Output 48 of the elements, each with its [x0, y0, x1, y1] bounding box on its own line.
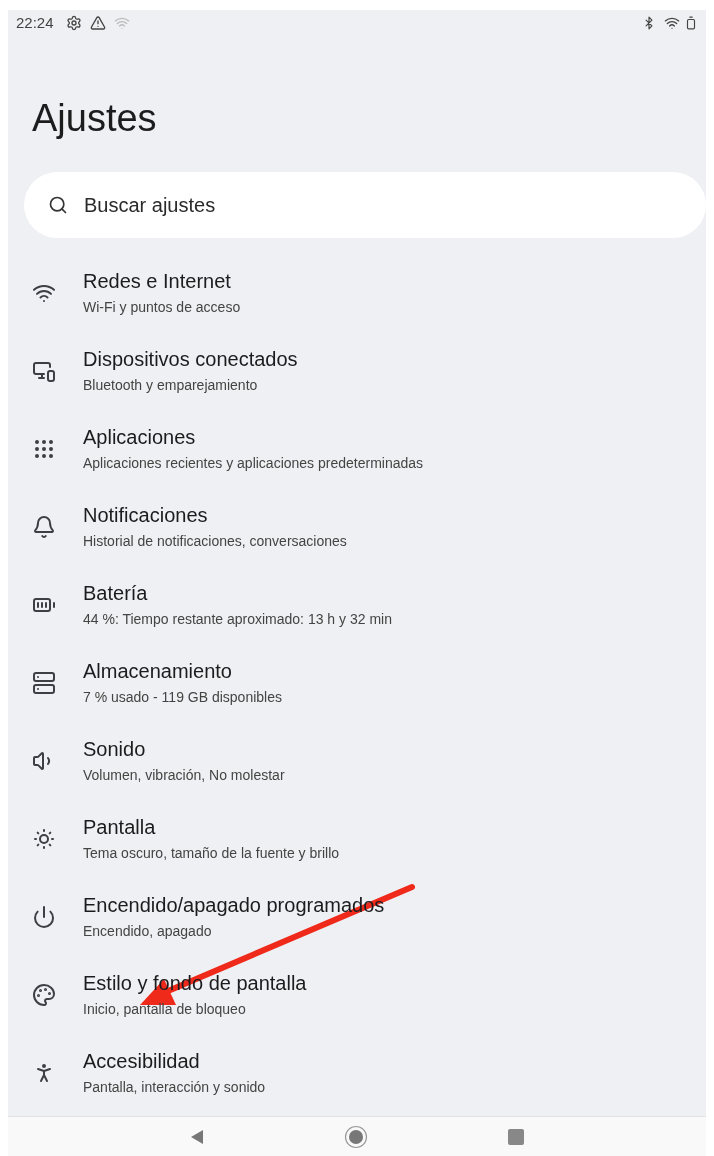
item-title: Sonido [83, 737, 147, 761]
item-subtitle: 44 %: Tiempo restante aproximado: 13 h y 32 min [83, 610, 392, 629]
dots-grid-icon [32, 437, 56, 461]
item-title: Pantalla [83, 815, 157, 839]
item-title: Redes e Internet [83, 269, 232, 293]
power-icon [32, 905, 56, 929]
settings-item[interactable]: Redes e Internet Wi-Fi y puntos de acceso [8, 254, 706, 332]
home-icon[interactable] [344, 1124, 368, 1149]
settings-item[interactable]: Batería 44 %: Tiempo restante aproximado: 13 h y 32 min [8, 566, 706, 644]
settings-item[interactable]: Dispositivos conectados Bluetooth y emparejamiento [8, 332, 706, 410]
devices-icon [32, 359, 56, 383]
item-subtitle: Tema oscuro, tamaño de la fuente y brillo [83, 844, 340, 863]
brightness-icon [32, 827, 56, 851]
search-icon [48, 195, 68, 215]
back-icon[interactable] [190, 1128, 204, 1145]
settings-item[interactable]: Accesibilidad Pantalla, interacción y sonido [8, 1034, 706, 1112]
item-title: Dispositivos conectados [83, 347, 298, 371]
item-subtitle: 7 % usado - 119 GB disponibles [83, 688, 282, 707]
item-subtitle: Bluetooth y emparejamiento [83, 376, 259, 395]
page-title: Ajustes [32, 96, 158, 140]
item-title: Notificaciones [83, 503, 209, 527]
search-field[interactable]: Buscar ajustes [24, 172, 706, 238]
palette-icon [32, 983, 56, 1007]
wifi-status-icon [664, 15, 680, 31]
bell-icon [32, 515, 56, 539]
item-subtitle: Volumen, vibración, No molestar [83, 766, 285, 785]
wifi-status-icon [113, 15, 130, 31]
item-subtitle: Historial de notificaciones, conversaciones [83, 532, 347, 551]
storage-icon [32, 671, 56, 695]
item-title: Aplicaciones [83, 425, 197, 449]
battery-status-icon [684, 16, 698, 30]
item-title: Batería [83, 581, 149, 605]
item-subtitle: Wi-Fi y puntos de acceso [83, 298, 241, 317]
status-time: 22:24 [16, 12, 54, 33]
recents-icon[interactable] [508, 1128, 524, 1145]
item-subtitle: Encendido, apagado [83, 922, 213, 941]
warning-icon [89, 15, 106, 31]
settings-item[interactable]: Almacenamiento 7 % usado - 119 GB disponibles [8, 644, 706, 722]
settings-item[interactable]: Sonido Volumen, vibración, No molestar [8, 722, 706, 800]
item-title: Almacenamiento [83, 659, 233, 683]
settings-icon [65, 15, 82, 31]
settings-item[interactable]: Aplicaciones Aplicaciones recientes y aplicaciones predeterminadas [8, 410, 706, 488]
item-subtitle: Inicio, pantalla de bloqueo [83, 1000, 247, 1019]
item-subtitle: Aplicaciones recientes y aplicaciones predeterminadas [83, 454, 424, 473]
settings-item[interactable]: Notificaciones Historial de notificaciones, conversaciones [8, 488, 706, 566]
item-subtitle: Pantalla, interacción y sonido [83, 1078, 266, 1097]
settings-item[interactable]: Pantalla Tema oscuro, tamaño de la fuente y brillo [8, 800, 706, 878]
item-title: Accesibilidad [83, 1049, 201, 1073]
